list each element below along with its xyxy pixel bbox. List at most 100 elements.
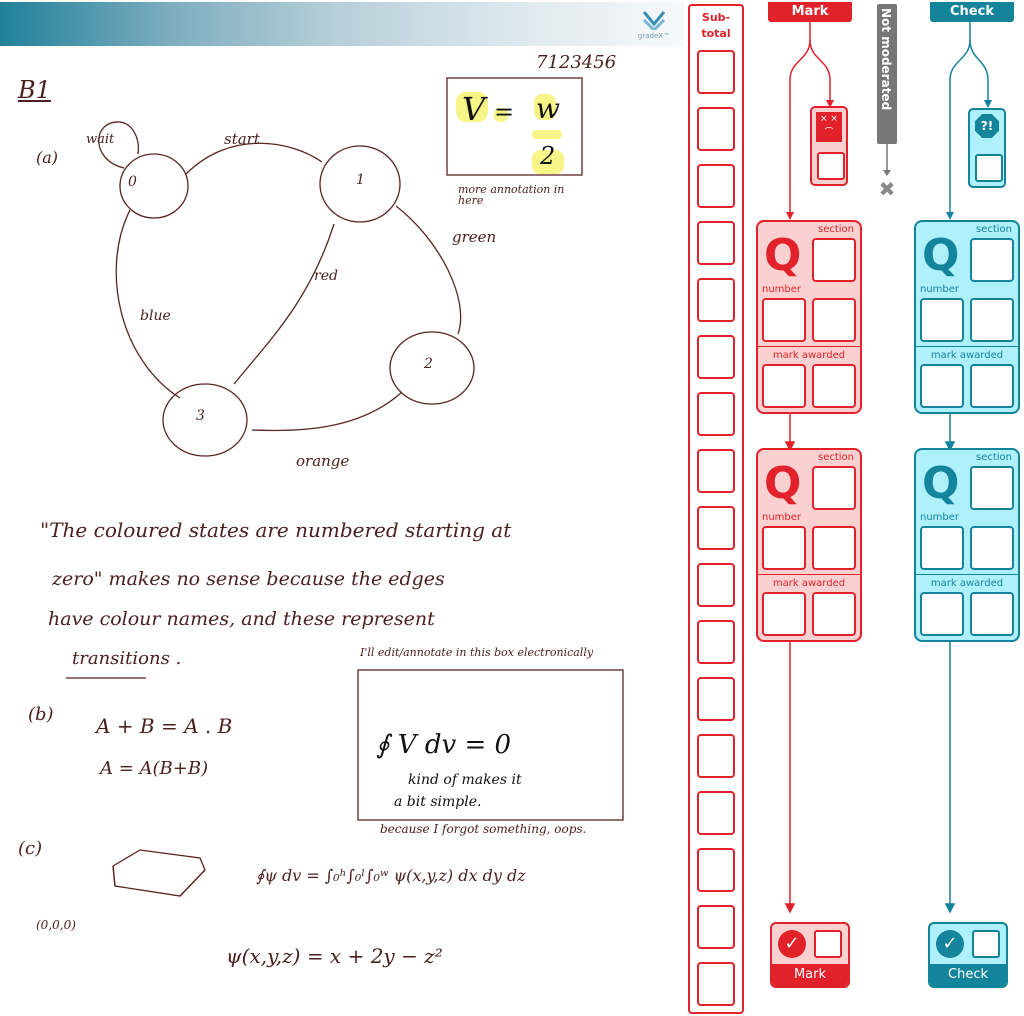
- cross-icon: ✖: [879, 177, 896, 200]
- cuboid-sketch: [112, 849, 206, 897]
- not-moderated-flow: ✖: [879, 144, 896, 200]
- number-box-1[interactable]: [762, 298, 806, 342]
- subtotal-box[interactable]: [697, 791, 735, 835]
- edge-blue: [115, 209, 181, 399]
- subtotal-box[interactable]: [697, 848, 735, 892]
- subtotal-box[interactable]: [697, 962, 735, 1006]
- section-box[interactable]: [812, 238, 856, 282]
- subtotal-box[interactable]: [697, 506, 735, 550]
- box2-formula: ∮ V dv = 0: [376, 730, 512, 760]
- subtotal-box[interactable]: [697, 107, 735, 151]
- query-stop-icon: ?!: [975, 114, 999, 138]
- part-b-label: (b): [28, 704, 54, 725]
- check-question-panel-1: Q section number mark awarded: [914, 220, 1020, 414]
- box2-line-2: a bit simple.: [394, 794, 482, 810]
- state-diagram: [66, 77, 624, 897]
- mark-awarded-box-2[interactable]: [970, 592, 1014, 636]
- subtotal-box[interactable]: [697, 221, 735, 265]
- subtotal-box[interactable]: [697, 278, 735, 322]
- state-0-label: 0: [128, 174, 137, 190]
- check-final-box[interactable]: [972, 930, 1000, 958]
- section-label: section: [817, 224, 854, 235]
- subtotal-box[interactable]: [697, 392, 735, 436]
- number-label: number: [920, 284, 960, 295]
- subtotal-box[interactable]: [697, 563, 735, 607]
- mark-awarded-label: mark awarded: [772, 350, 846, 361]
- mark-tab[interactable]: Mark: [768, 2, 852, 22]
- subtotal-box[interactable]: [697, 677, 735, 721]
- check-final-label: Check: [930, 964, 1006, 986]
- mark-awarded-label: mark awarded: [930, 350, 1004, 361]
- mark-question-panel-1: Q section number mark awarded: [756, 220, 862, 414]
- subtotal-column: Sub- total: [688, 4, 744, 1014]
- quote-line-4: transitions .: [72, 648, 182, 669]
- subtotal-box[interactable]: [697, 50, 735, 94]
- mark-awarded-box-1[interactable]: [920, 364, 964, 408]
- mark-awarded-box-2[interactable]: [812, 592, 856, 636]
- not-moderated-tab[interactable]: Not moderated: [877, 4, 897, 144]
- section-label: section: [817, 452, 854, 463]
- edge-label-red: red: [314, 268, 338, 284]
- mark-check-icon: ✓: [778, 930, 806, 958]
- check-question-panel-2: Q section number mark awarded: [914, 448, 1020, 642]
- formula-eq: =: [494, 98, 515, 126]
- formula-w: w: [536, 92, 560, 125]
- mark-question-panel-2: Q section number mark awarded: [756, 448, 862, 642]
- q-letter: Q: [922, 230, 960, 281]
- q-letter: Q: [764, 458, 802, 509]
- divider: [916, 574, 1018, 575]
- check-final-card[interactable]: ✓ Check: [928, 922, 1008, 988]
- edge-label-blue: blue: [140, 308, 171, 324]
- formula-2: 2: [540, 142, 556, 170]
- mark-awarded-box-1[interactable]: [762, 592, 806, 636]
- subtotal-box[interactable]: [697, 905, 735, 949]
- mark-awarded-box-1[interactable]: [762, 364, 806, 408]
- edge-green: [395, 205, 462, 335]
- number-label: number: [762, 284, 802, 295]
- subtotal-box[interactable]: [697, 164, 735, 208]
- query-card[interactable]: ?!: [968, 108, 1006, 188]
- number-box-2[interactable]: [970, 526, 1014, 570]
- number-box-2[interactable]: [970, 298, 1014, 342]
- unreadable-card[interactable]: × × ⌒: [810, 106, 848, 186]
- state-2-label: 2: [424, 356, 433, 372]
- edge-label-start: start: [224, 130, 260, 148]
- number-box-1[interactable]: [762, 526, 806, 570]
- number-box-2[interactable]: [812, 526, 856, 570]
- number-box-1[interactable]: [920, 526, 964, 570]
- quote-line-2: zero" makes no sense because the edges: [52, 568, 445, 590]
- section-box[interactable]: [970, 466, 1014, 510]
- check-tab[interactable]: Check: [930, 2, 1014, 22]
- part-b-line-1: A + B = A . B: [96, 714, 233, 738]
- section-box[interactable]: [812, 466, 856, 510]
- subtotal-box[interactable]: [697, 449, 735, 493]
- subtotal-box[interactable]: [697, 734, 735, 778]
- divider: [758, 574, 860, 575]
- edge-orange: [251, 391, 403, 432]
- subtotal-box[interactable]: [697, 620, 735, 664]
- state-1-label: 1: [356, 172, 365, 188]
- mark-awarded-box-2[interactable]: [812, 364, 856, 408]
- mark-final-card[interactable]: ✓ Mark: [770, 922, 850, 988]
- edge-label-green: green: [452, 228, 497, 246]
- unreadable-checkbox[interactable]: [817, 152, 845, 180]
- divider: [758, 346, 860, 347]
- subtotal-label-line-1: Sub-: [701, 11, 731, 24]
- section-label: section: [975, 452, 1012, 463]
- number-box-1[interactable]: [920, 298, 964, 342]
- edge-red: [233, 223, 335, 385]
- mark-final-box[interactable]: [814, 930, 842, 958]
- subtotal-label: Sub- total: [690, 10, 742, 42]
- annotation-caption-1: more annotation in here: [458, 183, 565, 207]
- number-label: number: [762, 512, 802, 523]
- mark-awarded-box-1[interactable]: [920, 592, 964, 636]
- query-checkbox[interactable]: [975, 154, 1003, 182]
- number-box-2[interactable]: [812, 298, 856, 342]
- edge-label-wait: wait: [86, 132, 115, 147]
- divider: [916, 346, 1018, 347]
- mark-awarded-box-2[interactable]: [970, 364, 1014, 408]
- subtotal-label-line-2: total: [701, 27, 731, 40]
- unreadable-page-icon: × × ⌒: [816, 112, 842, 142]
- subtotal-box[interactable]: [697, 335, 735, 379]
- section-box[interactable]: [970, 238, 1014, 282]
